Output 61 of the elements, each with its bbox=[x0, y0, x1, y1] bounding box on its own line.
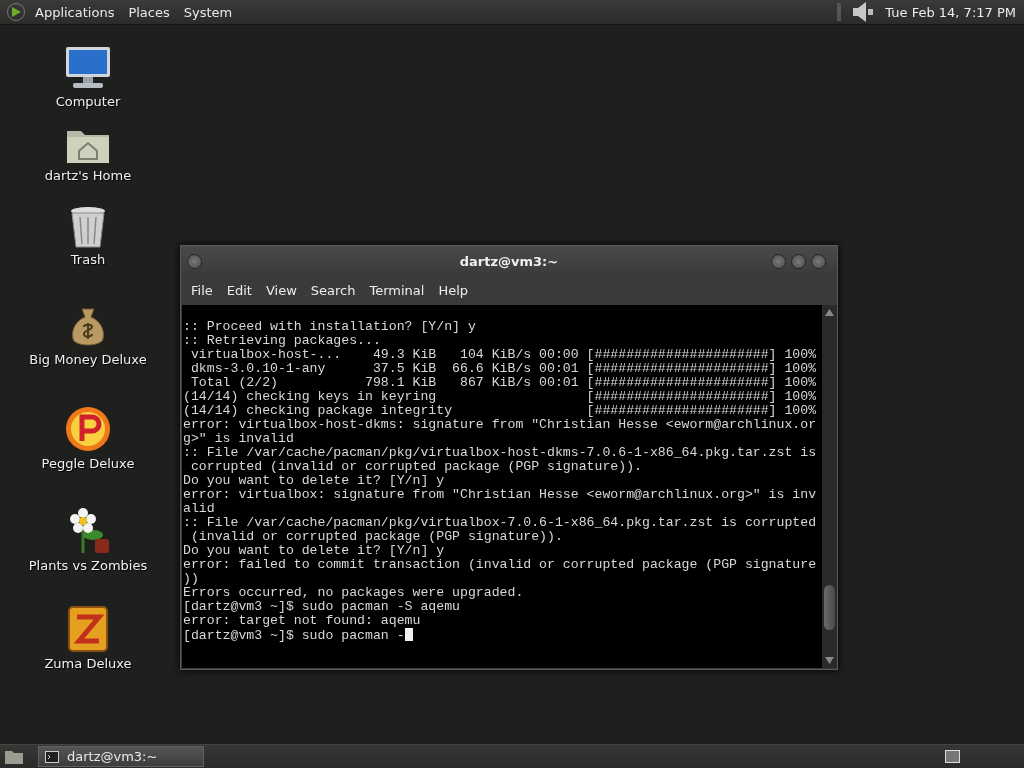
minimize-button[interactable] bbox=[771, 253, 786, 269]
terminal-line: error: virtualbox: signature from "Christian Hesse <eworm@archlinux.org>" is inv bbox=[183, 488, 817, 502]
terminal-line: Errors occurred, no packages were upgraded. bbox=[183, 586, 524, 600]
terminal-line: :: File /var/cache/pacman/pkg/virtualbox-7.0.6-1-x86_64.pkg.tar.zst is corrupted bbox=[183, 516, 817, 530]
terminal-line: error: failed to commit transaction (invalid or corrupted package (PGP signature bbox=[183, 558, 817, 572]
taskbar-button[interactable]: dartz@vm3:~ bbox=[38, 746, 204, 767]
scroll-down-icon[interactable] bbox=[825, 657, 834, 664]
scroll-up-icon[interactable] bbox=[825, 309, 834, 316]
icon-label[interactable]: Computer bbox=[55, 94, 121, 109]
terminal-line: Do you want to delete it? [Y/n] y bbox=[183, 474, 445, 488]
workspace-switcher[interactable] bbox=[945, 750, 960, 763]
terminal-line: (14/14) checking package integrity [######################] 100% bbox=[183, 404, 817, 418]
window-title: dartz@vm3:~ bbox=[459, 253, 559, 269]
icon-label[interactable]: dartz's Home bbox=[44, 168, 132, 183]
terminal-icon bbox=[45, 750, 59, 763]
speaker-icon[interactable] bbox=[851, 1, 876, 23]
terminal-line: corrupted (invalid or corrupted package (PGP signature)). bbox=[189, 460, 642, 474]
clock[interactable]: Tue Feb 14, 7:17 PM bbox=[885, 4, 1016, 20]
icon-label[interactable]: Plants vs Zombies bbox=[28, 558, 148, 573]
terminal-line: [dartz@vm3 ~]$ sudo pacman - bbox=[183, 628, 413, 643]
maximize-button[interactable] bbox=[791, 253, 806, 269]
terminal-line: dkms-3.0.10-1-any 37.5 KiB 66.6 KiB/s 00:01 [######################] 100% bbox=[189, 362, 817, 376]
menu-item[interactable]: Help bbox=[431, 283, 476, 298]
panel-menu[interactable]: System bbox=[178, 4, 238, 20]
terminal-line: Total (2/2) 798.1 KiB 867 KiB/s 00:01 [######################] 100% bbox=[189, 376, 817, 390]
terminal-line: error: virtualbox-host-dkms: signature from "Christian Hesse <eworm@archlinux.or bbox=[183, 418, 817, 432]
logo-icon[interactable] bbox=[6, 2, 26, 22]
terminal-line: Do you want to delete it? [Y/n] y bbox=[183, 544, 445, 558]
scrollbar[interactable] bbox=[822, 305, 837, 668]
icon-label[interactable]: Zuma Deluxe bbox=[44, 656, 132, 671]
ball-icon bbox=[64, 405, 112, 453]
window-menu-button[interactable] bbox=[187, 253, 202, 269]
terminal-line: virtualbox-host-... 49.3 KiB 104 KiB/s 00:00 [######################] 100% bbox=[189, 348, 817, 362]
menu-item[interactable]: Search bbox=[303, 283, 363, 298]
folder-icon[interactable] bbox=[4, 748, 24, 765]
terminal-line: :: Retrieving packages... bbox=[183, 334, 381, 348]
terminal-line: error: target not found: aqemu bbox=[183, 614, 421, 628]
icon-label[interactable]: Peggle Deluxe bbox=[41, 456, 135, 471]
icon-label[interactable]: Trash bbox=[70, 252, 106, 267]
terminal-line: alid bbox=[183, 502, 215, 516]
terminal-line: g>" is invalid bbox=[183, 432, 294, 446]
cursor bbox=[404, 628, 413, 641]
handle-icon bbox=[837, 3, 842, 21]
scroll-thumb[interactable] bbox=[824, 585, 835, 630]
close-button[interactable] bbox=[811, 253, 826, 269]
terminal-line: (invalid or corrupted package (PGP signature)). bbox=[189, 530, 563, 544]
menu-item[interactable]: View bbox=[258, 283, 304, 298]
panel-menu[interactable]: Applications bbox=[30, 4, 120, 20]
menu-item[interactable]: Edit bbox=[219, 283, 259, 298]
terminal-line: (14/14) checking keys in keyring [######################] 100% bbox=[183, 390, 817, 404]
trash-icon bbox=[68, 205, 108, 249]
terminal-line: :: File /var/cache/pacman/pkg/virtualbox-host-dkms-7.0.6-1-x86_64.pkg.tar.zst is bbox=[183, 446, 817, 460]
menu-item[interactable]: Terminal bbox=[362, 283, 432, 298]
terminal-line: [dartz@vm3 ~]$ sudo pacman -S aqemu bbox=[183, 600, 460, 614]
panel-menu[interactable]: Places bbox=[123, 4, 175, 20]
terminal-line: :: Proceed with installation? [Y/n] y bbox=[183, 320, 476, 334]
computer-icon bbox=[63, 45, 113, 91]
menu-item[interactable]: File bbox=[184, 283, 220, 298]
icon-label[interactable]: Big Money Deluxe bbox=[29, 352, 147, 367]
terminal-line: )) bbox=[183, 572, 199, 586]
block-icon bbox=[67, 605, 109, 653]
